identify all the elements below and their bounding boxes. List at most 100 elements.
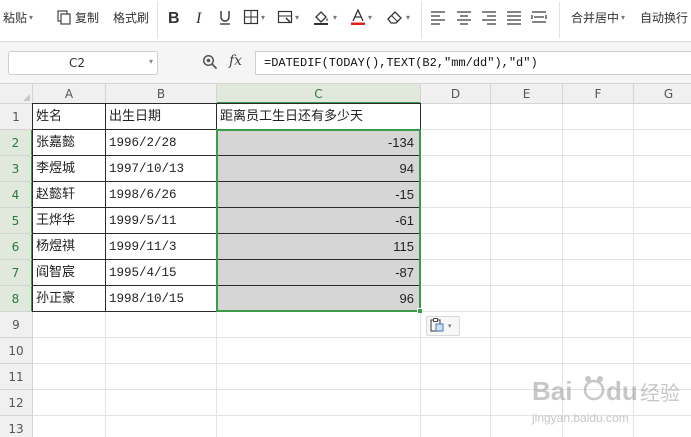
cell-f2[interactable]: [563, 130, 634, 156]
align-left-button[interactable]: [430, 4, 446, 30]
column-header-f[interactable]: F: [563, 84, 634, 104]
chevron-down-icon[interactable]: ▾: [295, 13, 299, 22]
bold-button[interactable]: B: [166, 4, 182, 30]
row-header-2[interactable]: 2: [0, 130, 33, 156]
distributed-button[interactable]: [531, 4, 547, 30]
paste-options-button[interactable]: ▾: [426, 316, 460, 336]
align-right-button[interactable]: [481, 4, 497, 30]
chevron-down-icon[interactable]: ▾: [448, 322, 452, 330]
cell-d6[interactable]: [421, 234, 491, 260]
cell-g5[interactable]: [634, 208, 691, 234]
cell-f6[interactable]: [563, 234, 634, 260]
cell-g4[interactable]: [634, 182, 691, 208]
underline-button[interactable]: [217, 4, 233, 30]
cell-d4[interactable]: [421, 182, 491, 208]
cell-b5[interactable]: 1999/5/11: [106, 208, 217, 234]
cell-e4[interactable]: [491, 182, 563, 208]
cell-a1[interactable]: 姓名: [33, 104, 106, 130]
cell-b11[interactable]: [106, 364, 217, 390]
cell-d12[interactable]: [421, 390, 491, 416]
border-button[interactable]: ▾: [243, 4, 265, 30]
formula-input[interactable]: =DATEDIF(TODAY(),TEXT(B2,"mm/dd"),"d"): [255, 51, 691, 75]
row-header-1[interactable]: 1: [0, 104, 33, 130]
cell-e1[interactable]: [491, 104, 563, 130]
cell-f8[interactable]: [563, 286, 634, 312]
cell-e5[interactable]: [491, 208, 563, 234]
column-header-c[interactable]: C: [217, 84, 421, 104]
chevron-down-icon[interactable]: ▾: [261, 13, 265, 22]
cell-f9[interactable]: [563, 312, 634, 338]
insert-function-button[interactable]: fx: [229, 53, 242, 69]
chevron-down-icon[interactable]: ▾: [149, 57, 153, 66]
column-header-d[interactable]: D: [421, 84, 491, 104]
cell-a6[interactable]: 杨煜祺: [33, 234, 106, 260]
format-painter-button[interactable]: 格式刷: [110, 4, 149, 30]
cell-b2[interactable]: 1996/2/28: [106, 130, 217, 156]
cell-f4[interactable]: [563, 182, 634, 208]
zoom-icon[interactable]: [202, 54, 218, 74]
cell-b12[interactable]: [106, 390, 217, 416]
cell-e2[interactable]: [491, 130, 563, 156]
cell-g9[interactable]: [634, 312, 691, 338]
cell-d10[interactable]: [421, 338, 491, 364]
cell-b6[interactable]: 1999/11/3: [106, 234, 217, 260]
cell-b8[interactable]: 1998/10/15: [106, 286, 217, 312]
row-header-10[interactable]: 10: [0, 338, 33, 364]
font-color-button[interactable]: ▾: [350, 4, 372, 30]
chevron-down-icon[interactable]: ▾: [406, 13, 410, 22]
cell-g6[interactable]: [634, 234, 691, 260]
justify-button[interactable]: [506, 4, 522, 30]
fill-color-button[interactable]: ▾: [313, 4, 337, 30]
cell-a11[interactable]: [33, 364, 106, 390]
row-header-8[interactable]: 8: [0, 286, 33, 312]
cell-e10[interactable]: [491, 338, 563, 364]
cell-d1[interactable]: [421, 104, 491, 130]
cell-a12[interactable]: [33, 390, 106, 416]
cell-c5[interactable]: -61: [217, 208, 421, 234]
chevron-down-icon[interactable]: ▾: [621, 13, 625, 22]
paste-button[interactable]: 粘贴 ▾: [0, 4, 33, 30]
row-header-9[interactable]: 9: [0, 312, 33, 338]
cell-b10[interactable]: [106, 338, 217, 364]
cell-e8[interactable]: [491, 286, 563, 312]
column-header-g[interactable]: G: [634, 84, 691, 104]
cell-e3[interactable]: [491, 156, 563, 182]
column-header-b[interactable]: B: [106, 84, 217, 104]
cell-c9[interactable]: [217, 312, 421, 338]
row-header-11[interactable]: 11: [0, 364, 33, 390]
cell-c1[interactable]: 距离员工生日还有多少天: [217, 104, 421, 130]
cell-d2[interactable]: [421, 130, 491, 156]
merge-center-button[interactable]: 合并居中 ▾: [571, 4, 625, 30]
cell-a4[interactable]: 赵懿轩: [33, 182, 106, 208]
chevron-down-icon[interactable]: ▾: [333, 13, 337, 22]
select-all-corner[interactable]: [0, 84, 33, 104]
cell-d5[interactable]: [421, 208, 491, 234]
cell-d13[interactable]: [421, 416, 491, 437]
cell-g2[interactable]: [634, 130, 691, 156]
cell-g7[interactable]: [634, 260, 691, 286]
cell-c12[interactable]: [217, 390, 421, 416]
cell-f5[interactable]: [563, 208, 634, 234]
cell-a8[interactable]: 孙正豪: [33, 286, 106, 312]
cell-g10[interactable]: [634, 338, 691, 364]
cell-c3[interactable]: 94: [217, 156, 421, 182]
row-header-3[interactable]: 3: [0, 156, 33, 182]
cell-d8[interactable]: [421, 286, 491, 312]
auto-wrap-button[interactable]: 自动换行: [640, 4, 688, 30]
cell-e7[interactable]: [491, 260, 563, 286]
name-box[interactable]: C2 ▾: [8, 51, 158, 75]
cell-c4[interactable]: -15: [217, 182, 421, 208]
cell-e6[interactable]: [491, 234, 563, 260]
cell-b7[interactable]: 1995/4/15: [106, 260, 217, 286]
cell-c6[interactable]: 115: [217, 234, 421, 260]
chevron-down-icon[interactable]: ▾: [29, 13, 33, 22]
clear-format-button[interactable]: ▾: [386, 4, 410, 30]
cell-f10[interactable]: [563, 338, 634, 364]
cell-g3[interactable]: [634, 156, 691, 182]
chevron-down-icon[interactable]: ▾: [368, 13, 372, 22]
row-header-13[interactable]: 13: [0, 416, 33, 437]
row-header-5[interactable]: 5: [0, 208, 33, 234]
cell-a13[interactable]: [33, 416, 106, 437]
cell-b1[interactable]: 出生日期: [106, 104, 217, 130]
cell-f1[interactable]: [563, 104, 634, 130]
